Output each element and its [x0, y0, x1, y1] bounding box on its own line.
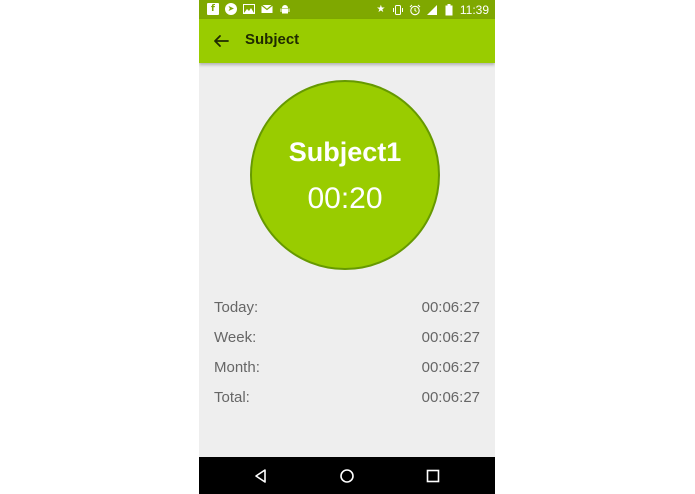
star-icon: ★ — [376, 4, 386, 15]
app-bar: Subject — [199, 19, 495, 63]
stat-value: 00:06:27 — [421, 359, 480, 376]
nav-home-button[interactable] — [335, 464, 359, 488]
alarm-icon — [409, 4, 421, 16]
stat-value: 00:06:27 — [421, 299, 480, 316]
elapsed-time: 00:20 — [307, 182, 383, 215]
stat-label: Month: — [214, 359, 260, 376]
battery-icon — [443, 4, 455, 16]
recents-square-icon — [426, 469, 440, 483]
back-triangle-icon — [255, 469, 266, 483]
stat-row-today: Today: 00:06:27 — [214, 297, 480, 327]
subject-name: Subject1 — [288, 137, 402, 167]
image-icon — [243, 3, 255, 15]
stat-value: 00:06:27 — [421, 389, 480, 406]
system-icons: ★ 11:39 — [375, 3, 489, 17]
telegram-icon: ➤ — [225, 3, 237, 15]
stat-label: Week: — [214, 329, 257, 346]
vibrate-icon — [392, 4, 404, 16]
timer-circle-button[interactable]: Subject1 00:20 — [250, 80, 440, 270]
notification-icons: f ➤ — [207, 3, 291, 15]
stat-row-week: Week: 00:06:27 — [214, 327, 480, 357]
nav-back-button[interactable] — [249, 464, 273, 488]
back-button[interactable] — [209, 29, 233, 53]
status-time: 11:39 — [459, 3, 489, 17]
home-circle-icon — [340, 469, 354, 483]
nav-recents-button[interactable] — [421, 464, 445, 488]
android-icon — [279, 3, 291, 15]
arrow-left-icon — [214, 35, 229, 47]
gmail-icon — [261, 3, 273, 15]
system-nav-bar — [199, 457, 495, 494]
stat-label: Total: — [214, 389, 250, 406]
stat-label: Today: — [214, 299, 259, 316]
phone-screen: f ➤ ★ 11:39 Subject Subject1 00:20 Today… — [199, 0, 495, 494]
status-bar: f ➤ ★ 11:39 — [199, 0, 495, 19]
stats-list: Today: 00:06:27 Week: 00:06:27 Month: 00… — [214, 297, 480, 417]
stat-row-month: Month: 00:06:27 — [214, 357, 480, 387]
page-title: Subject — [245, 31, 300, 48]
stat-value: 00:06:27 — [421, 329, 480, 346]
stat-row-total: Total: 00:06:27 — [214, 387, 480, 417]
facebook-icon: f — [207, 3, 219, 15]
signal-icon — [426, 4, 438, 16]
